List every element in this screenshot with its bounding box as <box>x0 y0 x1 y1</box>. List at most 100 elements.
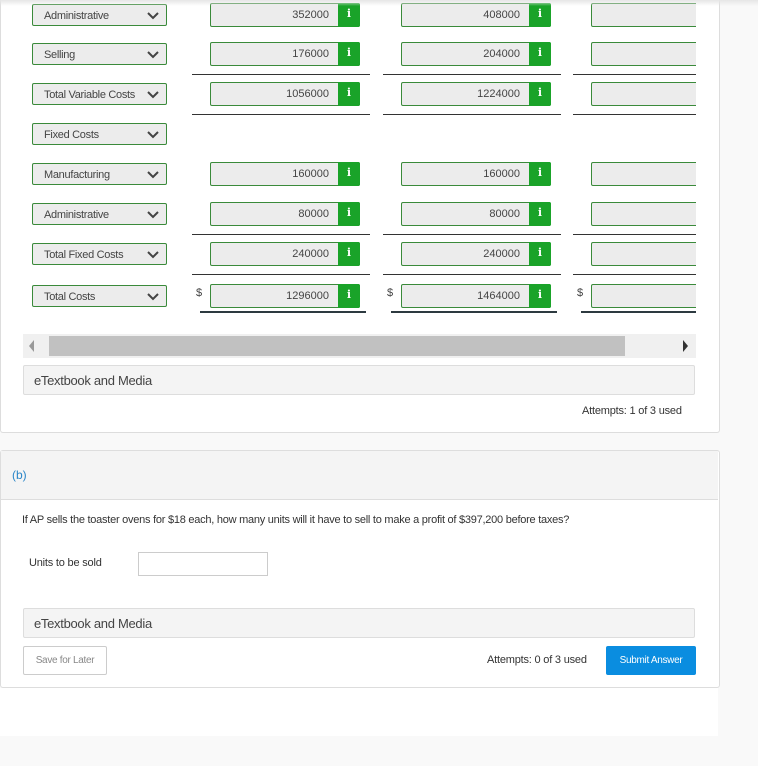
subtotal-rule <box>192 274 370 275</box>
chevron-down-icon <box>146 244 160 266</box>
info-icon[interactable]: i <box>338 242 360 266</box>
row-label-select[interactable]: Administrative <box>32 203 167 225</box>
amount-value: 80000 <box>298 208 329 220</box>
subtotal-rule <box>192 74 370 75</box>
subtotal-rule <box>383 274 561 275</box>
amount-value: 1296000 <box>286 290 329 302</box>
subtotal-rule <box>192 234 370 235</box>
info-icon[interactable]: i <box>529 162 551 186</box>
info-icon[interactable]: i <box>338 162 360 186</box>
amount-field[interactable]: 160 <box>591 162 696 186</box>
amount-field[interactable]: 240000 i <box>401 242 551 266</box>
select-value: Selling <box>44 49 75 61</box>
units-to-be-sold-input[interactable] <box>138 552 268 576</box>
amount-field[interactable]: 352000 i <box>210 3 360 27</box>
info-icon[interactable]: i <box>529 82 551 106</box>
select-value: Manufacturing <box>44 169 110 181</box>
amount-field[interactable]: 240000 i <box>210 242 360 266</box>
amount-value: 80000 <box>489 208 520 220</box>
etextbook-media-link-a[interactable]: eTextbook and Media <box>23 365 695 395</box>
amount-field[interactable]: 1464000 i <box>401 284 551 308</box>
amount-field[interactable]: 80000 i <box>210 202 360 226</box>
total-double-rule <box>391 311 557 313</box>
row-label-select[interactable]: Total Fixed Costs <box>32 243 167 265</box>
amount-field[interactable]: 4640 <box>591 3 696 27</box>
dollar-sign: $ <box>387 287 394 299</box>
amount-field[interactable]: 1392 <box>591 82 696 106</box>
info-icon[interactable]: i <box>338 284 360 308</box>
save-for-later-button[interactable]: Save for Later <box>23 646 107 675</box>
amount-value: 1056000 <box>286 88 329 100</box>
part-b-label: (b) <box>12 468 27 482</box>
select-value: Administrative <box>44 209 109 221</box>
info-icon[interactable]: i <box>529 3 551 27</box>
subtotal-rule <box>383 234 561 235</box>
amount-field[interactable]: 2320 <box>591 42 696 66</box>
row-label-select[interactable]: Total Variable Costs <box>32 83 167 105</box>
scroll-thumb[interactable] <box>49 336 625 356</box>
row-label-select[interactable]: Total Costs <box>32 285 167 307</box>
select-value: Total Variable Costs <box>44 89 136 101</box>
chevron-down-icon <box>146 5 160 27</box>
submit-answer-button[interactable]: Submit Answer <box>606 646 696 675</box>
row-label-select[interactable]: Fixed Costs <box>32 123 167 145</box>
chevron-down-icon <box>146 84 160 106</box>
amount-value: 240000 <box>483 248 520 260</box>
info-icon[interactable]: i <box>529 42 551 66</box>
amount-value: 176000 <box>292 48 329 60</box>
total-double-rule <box>200 311 366 313</box>
subtotal-rule <box>573 274 696 275</box>
info-icon[interactable]: i <box>529 284 551 308</box>
amount-field[interactable]: 1056000 i <box>210 82 360 106</box>
info-icon[interactable]: i <box>338 202 360 226</box>
part-b-header <box>1 451 718 500</box>
total-double-rule <box>581 311 696 313</box>
chevron-down-icon <box>146 124 160 146</box>
amount-value: 1224000 <box>477 88 520 100</box>
amount-field[interactable]: 204000 i <box>401 42 551 66</box>
row-label-select[interactable]: Selling <box>32 43 167 65</box>
subtotal-rule <box>573 74 696 75</box>
info-icon[interactable]: i <box>338 42 360 66</box>
subtotal-rule <box>573 114 696 115</box>
chevron-down-icon <box>146 44 160 66</box>
subtotal-rule <box>573 234 696 235</box>
info-icon[interactable]: i <box>529 202 551 226</box>
etextbook-media-link-b[interactable]: eTextbook and Media <box>23 608 695 638</box>
amount-value: 408000 <box>483 9 520 21</box>
attempts-b: Attempts: 0 of 3 used <box>487 654 587 666</box>
subtotal-rule <box>383 114 561 115</box>
amount-field[interactable]: 80000 i <box>401 202 551 226</box>
amount-field[interactable]: 240 <box>591 242 696 266</box>
horizontal-scrollbar[interactable] <box>23 334 696 358</box>
chevron-down-icon <box>146 204 160 226</box>
amount-field[interactable]: 1632 <box>591 284 696 308</box>
scroll-left-arrow-icon[interactable] <box>29 340 34 352</box>
amount-field[interactable]: 160000 i <box>210 162 360 186</box>
chevron-down-icon <box>146 164 160 186</box>
attempts-a: Attempts: 1 of 3 used <box>582 405 682 417</box>
chevron-down-icon <box>146 286 160 308</box>
row-label-select[interactable]: Manufacturing <box>32 163 167 185</box>
amount-field[interactable]: 176000 i <box>210 42 360 66</box>
amount-value: 1464000 <box>477 290 520 302</box>
amount-field[interactable]: 1296000 i <box>210 284 360 308</box>
dollar-sign: $ <box>577 287 584 299</box>
amount-field[interactable]: 408000 i <box>401 3 551 27</box>
scroll-right-arrow-icon[interactable] <box>683 340 688 352</box>
subtotal-rule <box>383 74 561 75</box>
amount-field[interactable]: 1224000 i <box>401 82 551 106</box>
row-label-select[interactable]: Administrative <box>32 4 167 26</box>
amount-field[interactable]: 80 <box>591 202 696 226</box>
info-icon[interactable]: i <box>338 82 360 106</box>
units-label: Units to be sold <box>29 557 102 569</box>
cost-table: Administrative 352000 i 408000 i 4640 Selling 1… <box>22 0 696 330</box>
amount-field[interactable]: 160000 i <box>401 162 551 186</box>
subtotal-rule <box>192 114 370 115</box>
below-panel <box>0 688 718 736</box>
amount-value: 160000 <box>292 168 329 180</box>
select-value: Administrative <box>44 10 109 22</box>
info-icon[interactable]: i <box>338 3 360 27</box>
info-icon[interactable]: i <box>529 242 551 266</box>
amount-value: 240000 <box>292 248 329 260</box>
